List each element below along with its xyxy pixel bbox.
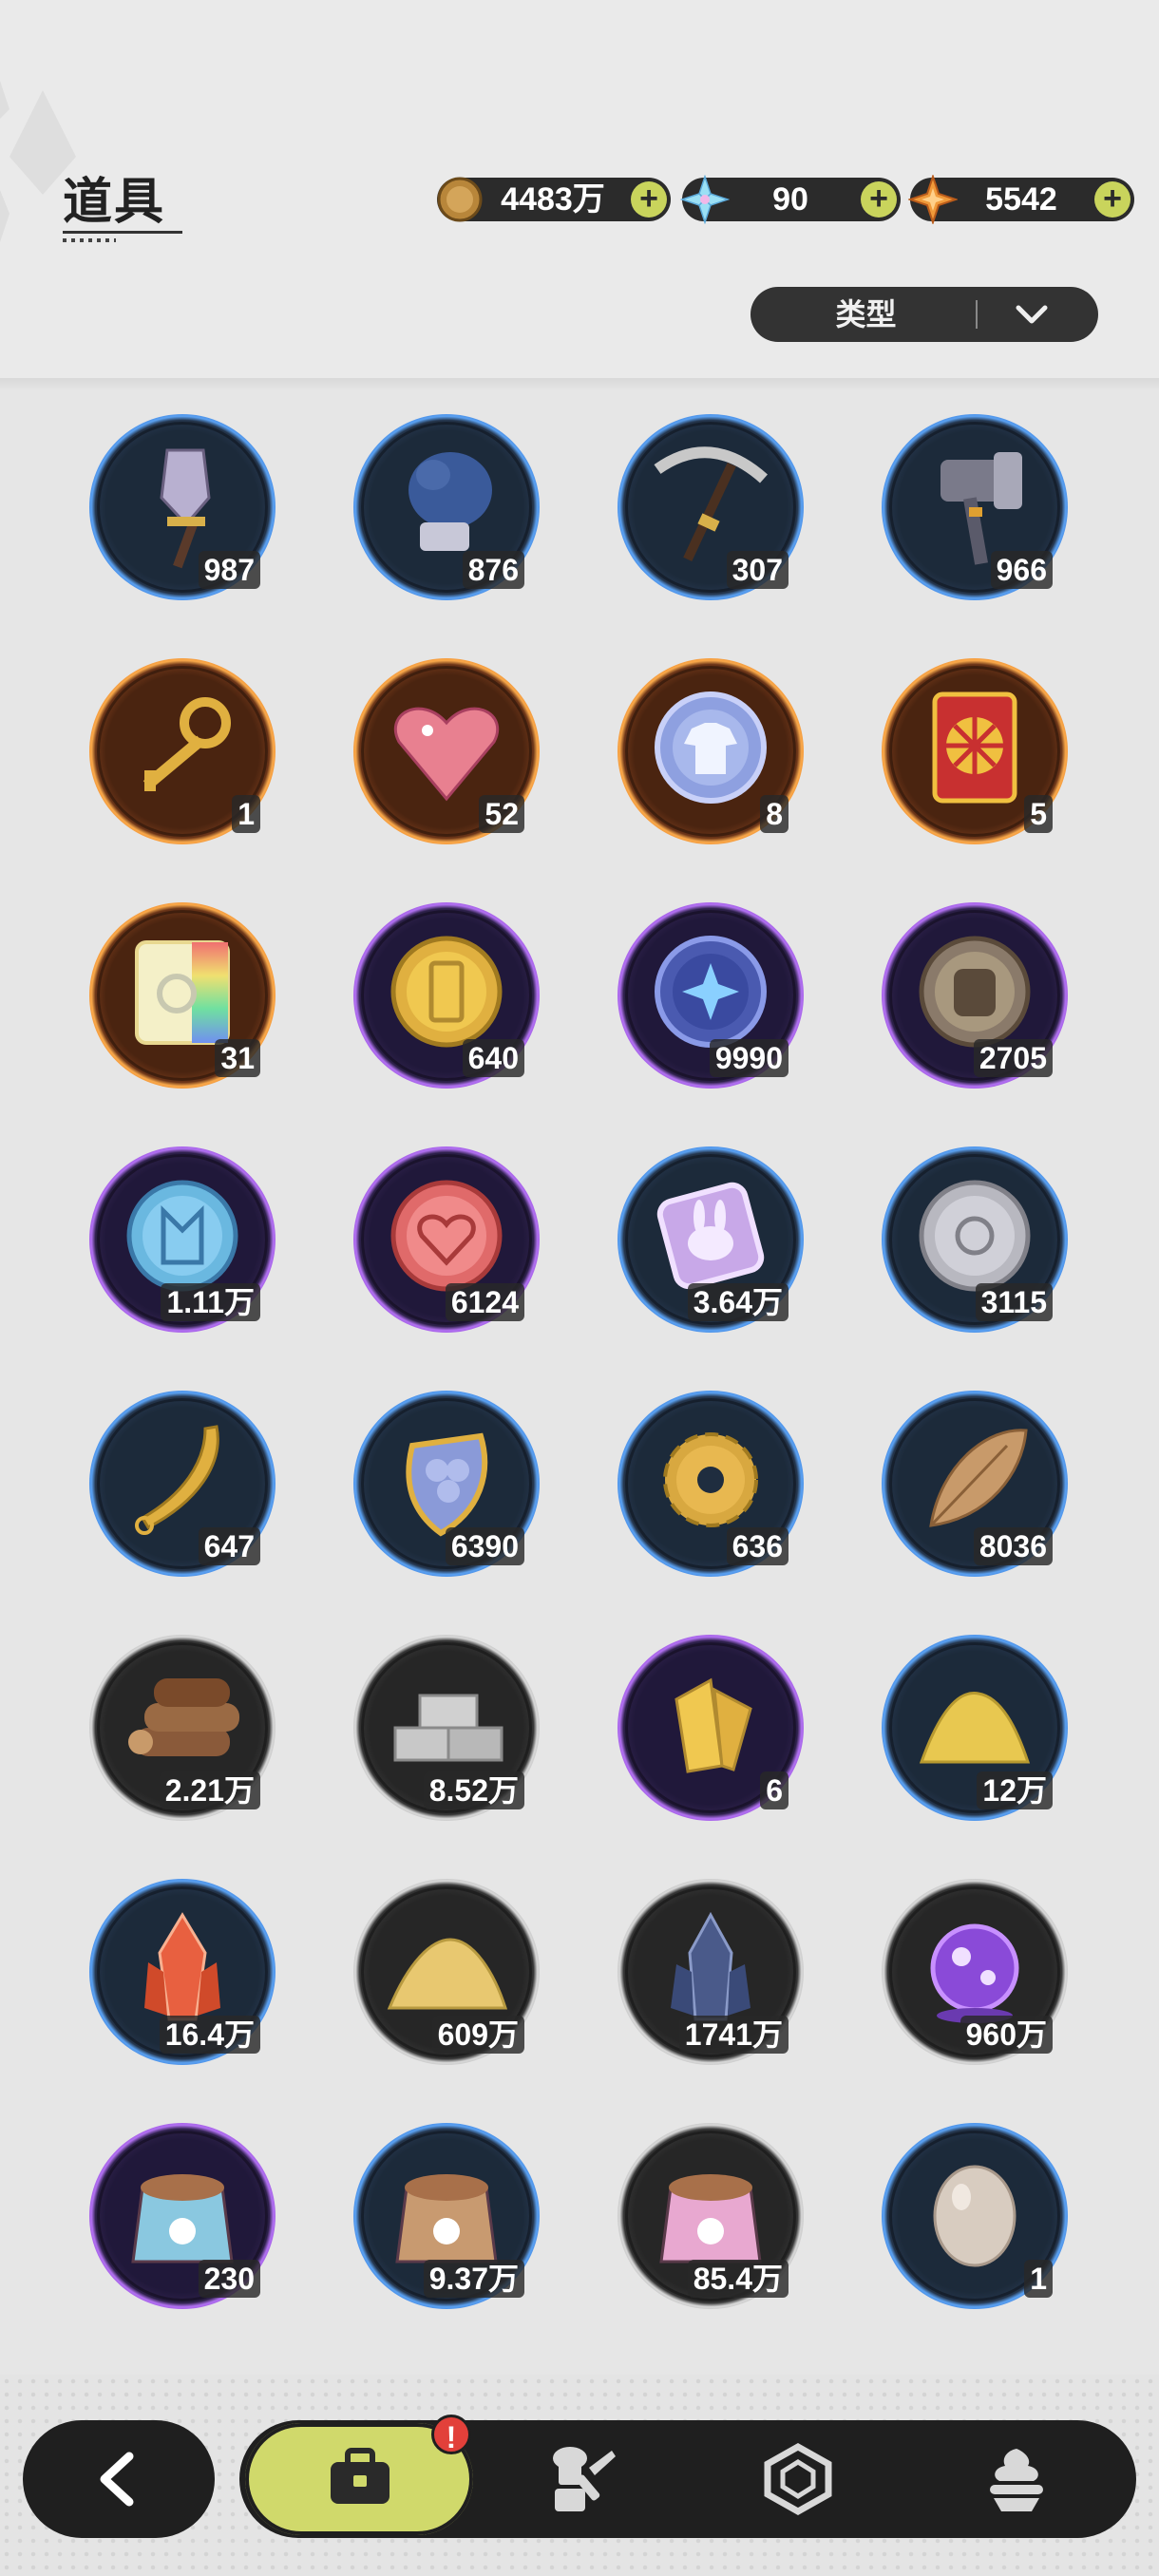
item-slot-scale-shield[interactable]: 6390 (353, 1391, 540, 1577)
item-quantity: 85.4万 (687, 2260, 788, 2298)
item-slot-gold-shards[interactable]: 6 (618, 1635, 804, 1821)
filter-separator (976, 300, 978, 329)
item-quantity: 3115 (975, 1283, 1053, 1321)
item-slot-golden-blade[interactable]: 647 (89, 1391, 276, 1577)
tab-chef[interactable] (513, 2432, 646, 2527)
item-slot-golden-leaf[interactable]: 8036 (882, 1391, 1068, 1577)
item-quantity: 6 (760, 1771, 788, 1809)
type-filter-dropdown[interactable]: 类型 (750, 287, 1098, 342)
item-quantity: 1741万 (678, 2016, 788, 2054)
item-quantity: 8 (760, 795, 788, 833)
item-slot-silver-coin[interactable]: 3115 (882, 1146, 1068, 1333)
item-slot-outfit-token[interactable]: 8 (618, 658, 804, 844)
currency-star-value: 5542 (985, 181, 1057, 218)
header-divider (0, 378, 1159, 391)
filter-label: 类型 (835, 297, 897, 331)
item-quantity: 609万 (431, 2016, 524, 2054)
item-slot-dark-crystal[interactable]: 1741万 (618, 1879, 804, 2065)
item-quantity: 640 (462, 1039, 524, 1077)
item-quantity: 1.11万 (161, 1283, 260, 1321)
item-slot-shovel[interactable]: 987 (89, 414, 276, 600)
item-quantity: 8036 (973, 1527, 1053, 1565)
gold-coin-icon (437, 177, 483, 222)
tab-dessert[interactable] (950, 2432, 1083, 2527)
item-quantity: 31 (215, 1039, 260, 1077)
item-quantity: 876 (462, 551, 524, 589)
item-quantity: 5 (1024, 795, 1053, 833)
add-crystal-button[interactable]: + (861, 181, 897, 218)
item-quantity: 1 (1024, 2260, 1053, 2298)
header: 道具 4483万 + 90 + 5542 + 类型 (0, 0, 1159, 380)
tab-bag-alert-badge: ! (431, 2415, 471, 2454)
item-quantity: 307 (726, 551, 788, 589)
currency-gold: 4483万 + (437, 177, 671, 222)
item-quantity: 16.4万 (159, 2016, 260, 2054)
item-quantity: 966 (990, 551, 1053, 589)
item-slot-gold-dust[interactable]: 12万 (882, 1635, 1068, 1821)
item-quantity: 1 (232, 795, 260, 833)
item-slot-wheel-ticket[interactable]: 5 (882, 658, 1068, 844)
item-quantity: 647 (198, 1527, 260, 1565)
back-arrow-icon (100, 2452, 134, 2507)
item-slot-pickaxe[interactable]: 307 (618, 414, 804, 600)
chevron-down-icon (1016, 305, 1048, 324)
item-slot-stone-bricks[interactable]: 8.52万 (353, 1635, 540, 1821)
currency-crystal: 90 + (680, 175, 901, 224)
currency-crystal-value: 90 (772, 181, 808, 218)
chef-knife-icon (553, 2447, 616, 2511)
item-quantity: 52 (479, 795, 524, 833)
item-slot-bunny-card[interactable]: 3.64万 (618, 1146, 804, 1333)
item-quantity: 636 (726, 1527, 788, 1565)
orange-star-icon (908, 175, 958, 224)
item-slot-purple-orb[interactable]: 960万 (882, 1879, 1068, 2065)
item-quantity: 2.21万 (159, 1771, 260, 1809)
item-quantity: 2705 (973, 1039, 1053, 1077)
item-quantity: 6124 (445, 1283, 524, 1321)
item-slot-wood-logs[interactable]: 2.21万 (89, 1635, 276, 1821)
dessert-icon (990, 2449, 1043, 2511)
item-quantity: 12万 (977, 1771, 1053, 1809)
snowflake-crystal-icon (680, 175, 730, 224)
item-slot-fist-coin[interactable]: 2705 (882, 902, 1068, 1089)
item-slot-sand-pile[interactable]: 609万 (353, 1879, 540, 2065)
item-slot-heart-coin[interactable]: 6124 (353, 1146, 540, 1333)
bag-icon (331, 2448, 390, 2504)
hexagon-gem-icon (764, 2443, 832, 2515)
item-slot-red-crystal[interactable]: 16.4万 (89, 1879, 276, 2065)
item-slot-blue-food-bag[interactable]: 9.37万 (353, 2123, 540, 2309)
add-star-button[interactable]: + (1094, 181, 1130, 218)
item-slot-brown-food-bag[interactable]: 85.4万 (618, 2123, 804, 2309)
item-slot-glove[interactable]: 876 (353, 414, 540, 600)
item-slot-gold-coin-item[interactable]: 640 (353, 902, 540, 1089)
page-title: 道具 (63, 175, 166, 230)
item-slot-pink-food-bag[interactable]: 230 (89, 2123, 276, 2309)
title-dots (63, 238, 116, 242)
item-quantity: 8.52万 (423, 1771, 524, 1809)
item-quantity: 960万 (960, 2016, 1053, 2054)
item-quantity: 987 (198, 551, 260, 589)
item-slot-gear[interactable]: 636 (618, 1391, 804, 1577)
item-quantity: 230 (198, 2260, 260, 2298)
currency-star: 5542 + (908, 175, 1134, 224)
item-quantity: 3.64万 (687, 1283, 788, 1321)
item-quantity: 9.37万 (423, 2260, 524, 2298)
item-slot-rainbow-ticket[interactable]: 31 (89, 902, 276, 1089)
item-quantity: 6390 (445, 1527, 524, 1565)
back-button[interactable] (23, 2420, 215, 2538)
item-quantity: 9990 (709, 1039, 788, 1077)
title-underline (63, 231, 182, 234)
currency-gold-value: 4483万 (501, 181, 605, 218)
item-slot-crystal-heart[interactable]: 52 (353, 658, 540, 844)
item-slot-hammer[interactable]: 966 (882, 414, 1068, 600)
add-gold-button[interactable]: + (631, 181, 667, 218)
item-slot-golden-key[interactable]: 1 (89, 658, 276, 844)
item-slot-star-coin[interactable]: 9990 (618, 902, 804, 1089)
item-slot-egg[interactable]: 1 (882, 2123, 1068, 2309)
item-slot-blue-emblem-coin[interactable]: 1.11万 (89, 1146, 276, 1333)
tab-gem[interactable] (732, 2432, 864, 2527)
